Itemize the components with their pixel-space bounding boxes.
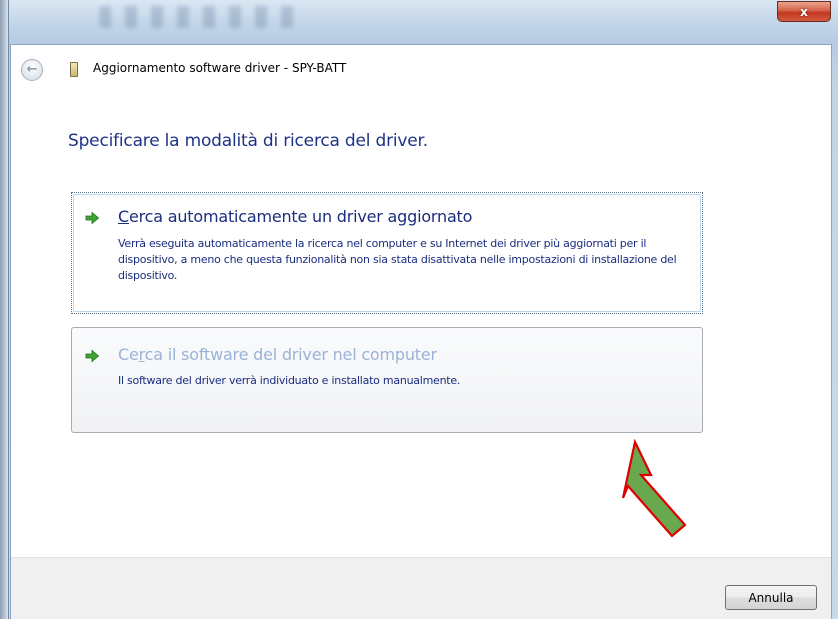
option-description: Verrà eseguita automaticamente la ricerc… — [118, 237, 677, 282]
title-bar-reflection — [99, 6, 299, 28]
driver-update-window: x ← Aggiornamento software driver - SPY-… — [8, 0, 838, 619]
green-pointer-arrow-icon — [621, 439, 687, 538]
wizard-navigation-bar: ← Aggiornamento software driver - SPY-BA… — [11, 45, 831, 91]
desktop-background — [0, 0, 8, 619]
wizard-client-area: ← Aggiornamento software driver - SPY-BA… — [10, 44, 832, 619]
search-automatically-option[interactable]: Cerca automaticamente un driver aggiorna… — [71, 192, 703, 314]
cancel-button[interactable]: Annulla — [725, 585, 817, 610]
option-description: Il software del driver verrà individuato… — [118, 374, 461, 387]
close-button[interactable]: x — [777, 1, 831, 22]
option-title[interactable]: Cerca il software del driver nel compute… — [118, 345, 437, 364]
screen: x ← Aggiornamento software driver - SPY-… — [0, 0, 838, 619]
wizard-footer: Annulla — [11, 557, 831, 619]
option-title-text: erca automaticamente un driver aggiornat… — [128, 207, 473, 226]
green-arrow-icon — [85, 211, 100, 225]
back-arrow-icon: ← — [26, 62, 38, 77]
title-bar[interactable]: x — [9, 0, 838, 44]
close-icon: x — [800, 4, 808, 19]
option-title-text: ca il software del driver nel computer — [144, 345, 437, 364]
green-arrow-icon — [85, 349, 100, 363]
option-title-text: Ce — [118, 345, 139, 364]
device-icon — [70, 62, 78, 77]
page-heading: Specificare la modalità di ricerca del d… — [68, 131, 428, 151]
back-button[interactable]: ← — [21, 59, 43, 81]
accelerator-key: C — [118, 207, 129, 226]
browse-computer-option[interactable]: Cerca il software del driver nel compute… — [71, 327, 703, 433]
window-title: Aggiornamento software driver - SPY-BATT — [93, 61, 347, 75]
option-title[interactable]: Cerca automaticamente un driver aggiorna… — [118, 207, 472, 226]
